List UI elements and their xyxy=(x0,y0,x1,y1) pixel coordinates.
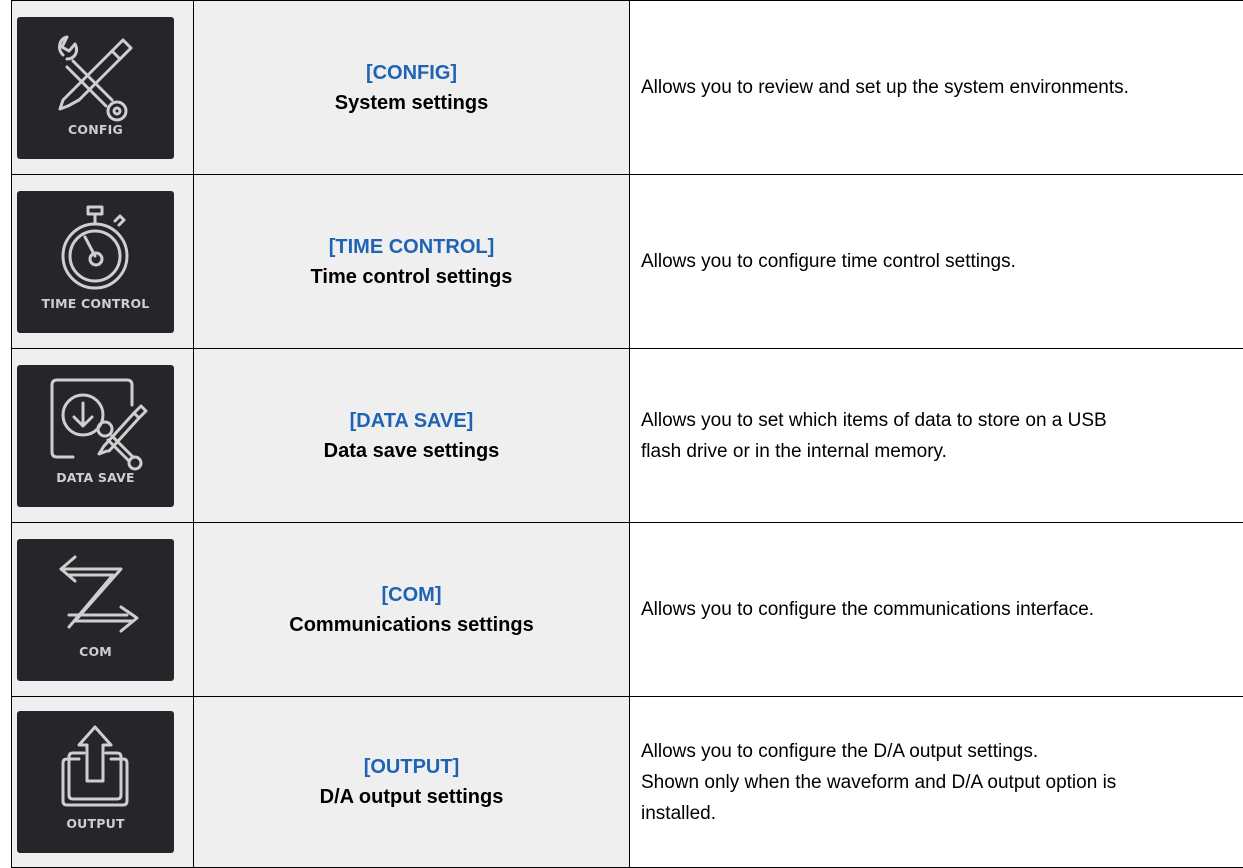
description-cell: Allows you to configure time control set… xyxy=(629,174,1243,349)
name-cell: [OUTPUT] D/A output settings xyxy=(193,696,630,868)
description-text: Allows you to set which items of data to… xyxy=(641,409,1107,431)
icon-label: COM xyxy=(79,643,112,659)
menu-code: [OUTPUT] xyxy=(363,756,460,778)
menu-code: [COM] xyxy=(381,583,442,606)
menu-title: Time control settings xyxy=(310,265,513,288)
config-icon xyxy=(58,35,133,121)
settings-menu-table: CONFIG [CONFIG] System settings Allows y… xyxy=(11,0,1243,868)
description-cell: Allows you to review and set up the syst… xyxy=(629,0,1243,175)
icon-cell: CONFIG xyxy=(11,0,194,175)
config-button: CONFIG xyxy=(17,16,174,159)
output-button: OUTPUT xyxy=(17,711,174,853)
description-text: Allows you to review and set up the syst… xyxy=(641,77,1129,98)
icon-cell: TIME CONTROL xyxy=(11,174,194,349)
table-row: COM [COM] Communications settings Allows… xyxy=(11,522,1243,697)
icon-cell: OUTPUT xyxy=(11,696,194,868)
table-row: CONFIG [CONFIG] System settings Allows y… xyxy=(11,0,1243,175)
description-text: Allows you to configure the communicatio… xyxy=(641,599,1095,620)
time-control-button: TIME CONTROL xyxy=(17,190,174,333)
menu-code: [DATA SAVE] xyxy=(349,409,474,432)
description-text: Shown only when the waveform and D/A out… xyxy=(641,771,1117,793)
icon-cell: COM xyxy=(11,522,194,697)
description-cell: Allows you to configure the communicatio… xyxy=(629,522,1243,697)
data-save-button: DATA SAVE xyxy=(17,364,174,507)
output-icon xyxy=(61,725,129,807)
description-text: installed. xyxy=(641,802,716,824)
icon-label: DATA SAVE xyxy=(56,469,135,485)
com-button: COM xyxy=(17,538,174,681)
menu-code: [CONFIG] xyxy=(365,61,458,84)
stopwatch-icon xyxy=(61,205,129,289)
name-cell: [COM] Communications settings xyxy=(193,522,630,697)
menu-title: System settings xyxy=(334,91,489,114)
icon-label: CONFIG xyxy=(68,121,123,137)
table-row: OUTPUT [OUTPUT] D/A output settings Allo… xyxy=(11,696,1243,868)
description-text: flash drive or in the internal memory. xyxy=(641,440,947,462)
menu-code: [TIME CONTROL] xyxy=(328,235,495,258)
name-cell: [DATA SAVE] Data save settings xyxy=(193,348,630,523)
menu-title: Communications settings xyxy=(289,613,534,636)
description-cell: Allows you to set which items of data to… xyxy=(629,348,1243,523)
com-arrows-icon xyxy=(59,555,139,632)
name-cell: [TIME CONTROL] Time control settings xyxy=(193,174,630,349)
table-row: DATA SAVE [DATA SAVE] Data save settings… xyxy=(11,348,1243,523)
icon-cell: DATA SAVE xyxy=(11,348,194,523)
menu-title: Data save settings xyxy=(323,439,500,462)
description-text: Allows you to configure time control set… xyxy=(641,251,1016,272)
icon-label: OUTPUT xyxy=(66,816,125,831)
menu-title: D/A output settings xyxy=(319,786,504,808)
data-save-icon xyxy=(50,378,148,470)
description-cell: Allows you to configure the D/A output s… xyxy=(629,696,1243,868)
name-cell: [CONFIG] System settings xyxy=(193,0,630,175)
table-row: TIME CONTROL [TIME CONTROL] Time control… xyxy=(11,174,1243,349)
description-text: Allows you to configure the D/A output s… xyxy=(641,740,1039,762)
icon-label: TIME CONTROL xyxy=(41,295,150,311)
